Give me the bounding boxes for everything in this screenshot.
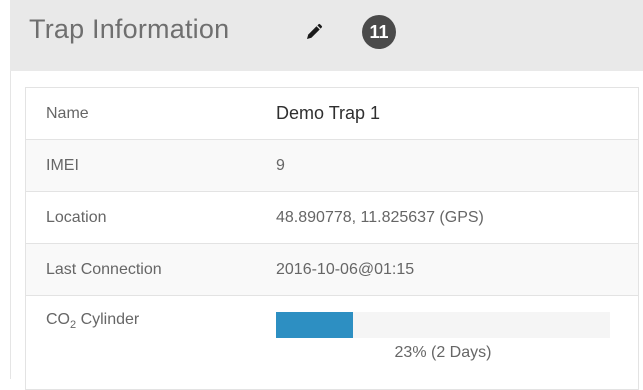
row-label-location: Location <box>25 191 276 244</box>
panel-header: Trap Information 11 <box>10 0 643 71</box>
table-row: IMEI 9 <box>25 139 639 192</box>
row-label-imei: IMEI <box>25 139 276 192</box>
co2-progress-bar <box>276 312 610 338</box>
row-value-last-connection: 2016-10-06@01:15 <box>276 243 639 296</box>
co2-label-suffix: Cylinder <box>76 311 140 328</box>
row-value-name: Demo Trap 1 <box>276 103 381 123</box>
table-row: CO2 Cylinder 23% (2 Days) <box>25 295 639 390</box>
row-value-location: 48.890778, 11.825637 (GPS) <box>276 191 639 244</box>
table-row: Last Connection 2016-10-06@01:15 <box>25 243 639 296</box>
row-label-last-connection: Last Connection <box>25 243 276 296</box>
panel-title: Trap Information <box>29 14 230 44</box>
row-value-imei: 9 <box>276 139 639 192</box>
co2-label-prefix: CO <box>46 311 70 328</box>
table-row: Name Demo Trap 1 <box>26 88 639 140</box>
edit-button[interactable] <box>304 22 324 42</box>
table-row: Location 48.890778, 11.825637 (GPS) <box>25 191 639 244</box>
co2-progress-fill <box>276 312 353 338</box>
pencil-icon <box>307 23 323 39</box>
row-label-co2: CO2 Cylinder <box>25 295 276 390</box>
co2-progress-text: 23% (2 Days) <box>394 344 492 361</box>
count-badge: 11 <box>362 15 396 49</box>
trap-info-table: Name Demo Trap 1 IMEI 9 Location 48.8907… <box>25 87 639 390</box>
row-label-name: Name <box>46 104 89 122</box>
row-value-co2: 23% (2 Days) <box>276 295 639 390</box>
panel-body: Name Demo Trap 1 IMEI 9 Location 48.8907… <box>10 71 643 390</box>
